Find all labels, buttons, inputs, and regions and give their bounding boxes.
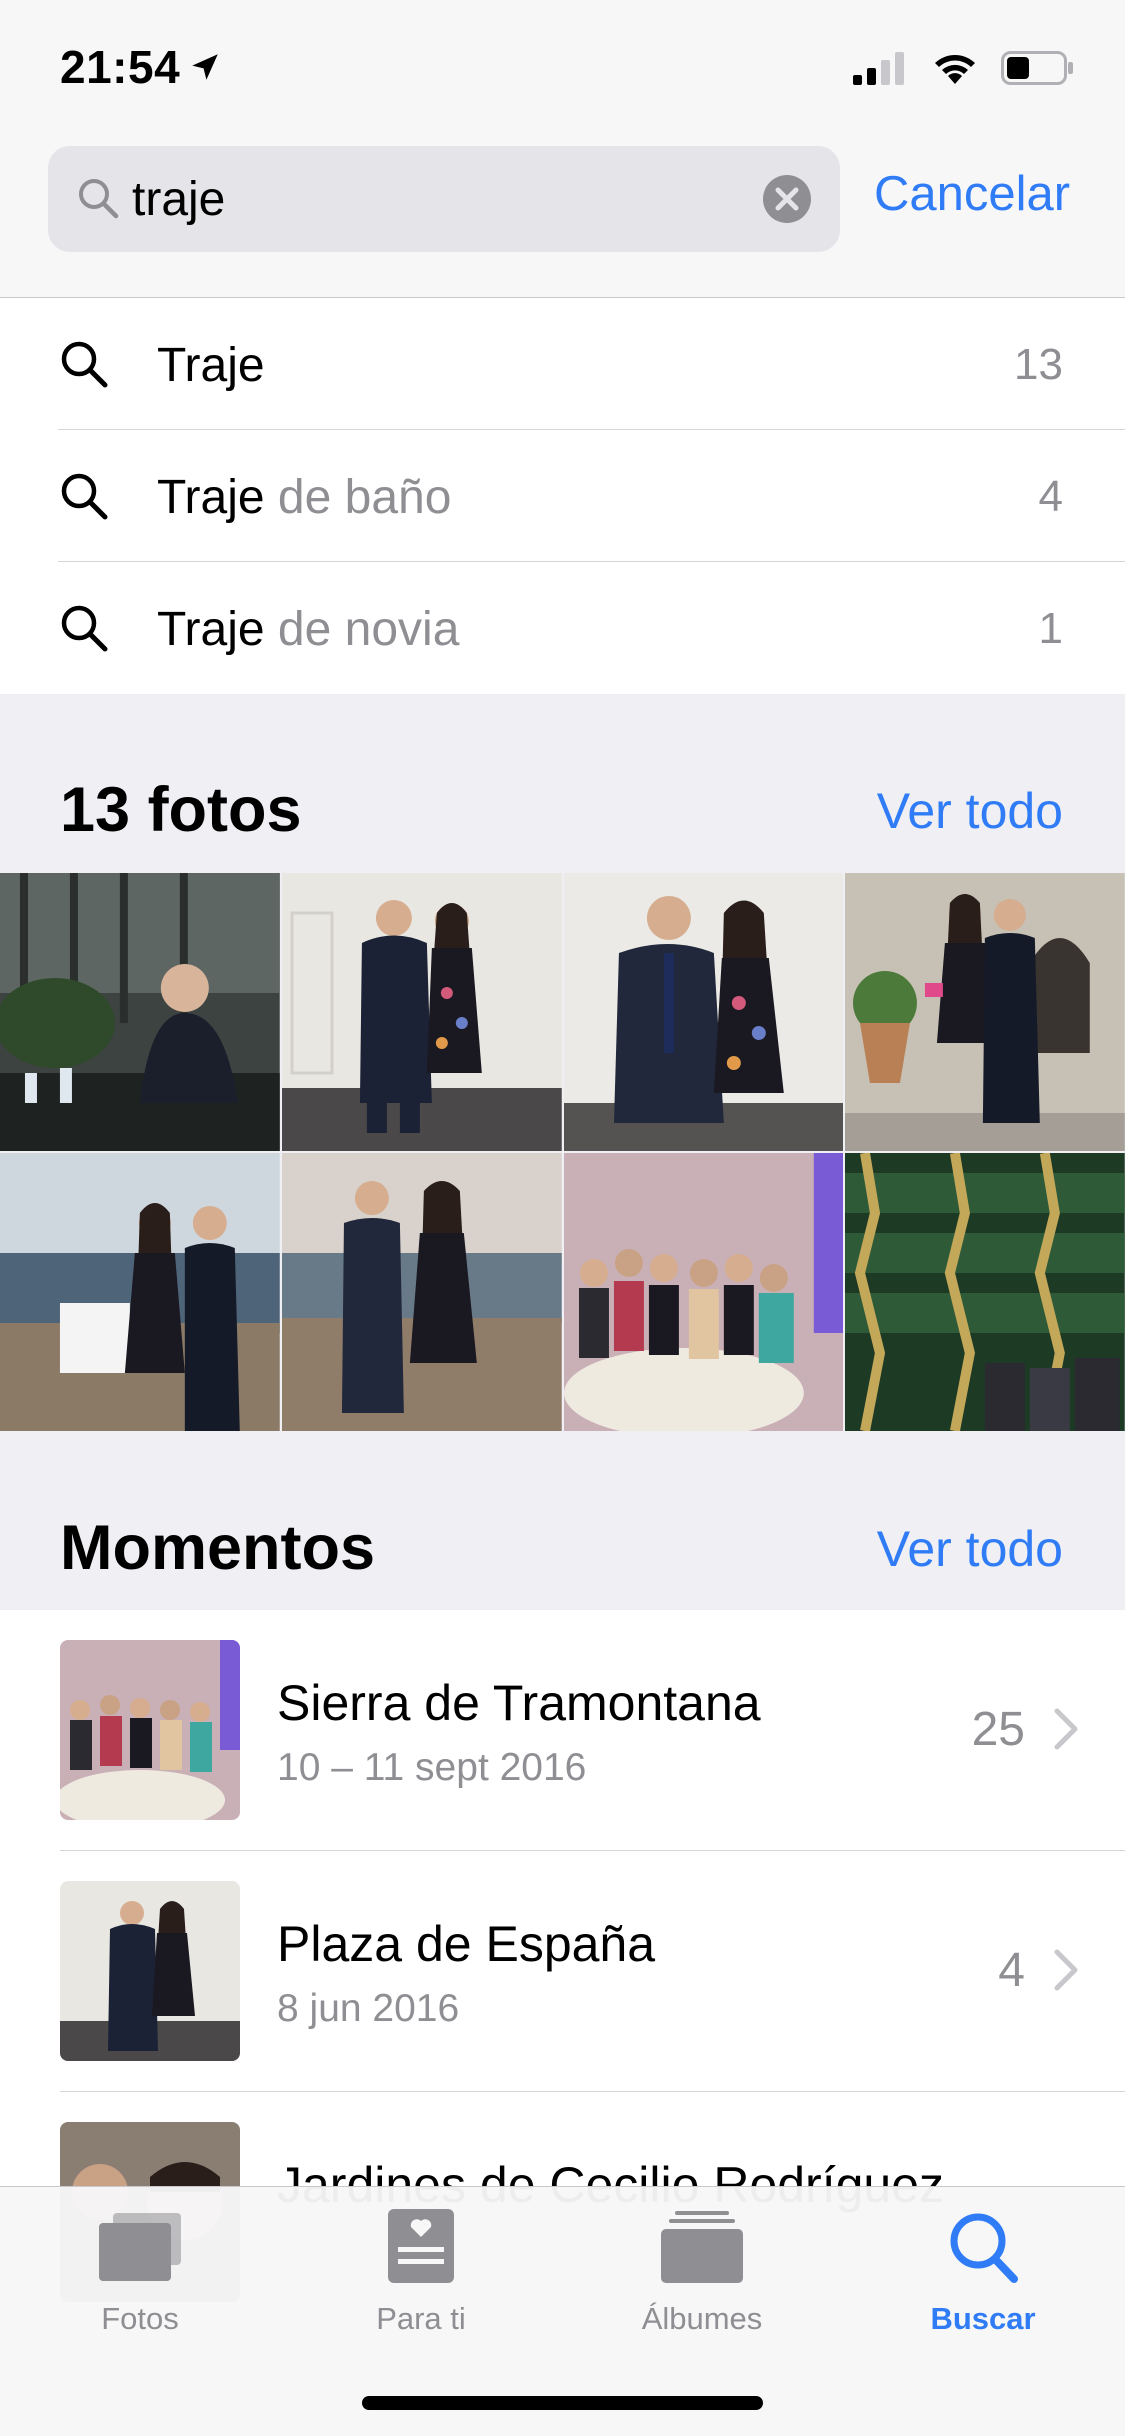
suggestion-count: 13 (1014, 340, 1063, 389)
moment-title: Plaza de España (277, 1916, 656, 1972)
moment-date: 10 – 11 sept 2016 (277, 1746, 587, 1789)
suggestion-row[interactable]: Traje 13 (0, 298, 1125, 430)
cancel-button[interactable]: Cancelar (874, 166, 1070, 222)
search-icon (79, 179, 119, 219)
moments-list: Sierra de Tramontana 10 – 11 sept 2016 2… (0, 1610, 1125, 2302)
moment-thumbnail (60, 1881, 240, 2061)
photo-thumbnail[interactable] (281, 873, 562, 1151)
see-all-photos-button[interactable]: Ver todo (877, 782, 1063, 840)
battery-icon (1001, 51, 1073, 85)
tab-fotos[interactable]: Fotos (40, 2207, 240, 2337)
moment-title: Sierra de Tramontana (277, 1675, 761, 1731)
home-indicator[interactable] (362, 2396, 763, 2410)
see-all-moments-button[interactable]: Ver todo (877, 1520, 1063, 1578)
suggestion-rest: de baño (264, 471, 452, 524)
suggestion-count: 4 (1038, 472, 1063, 521)
suggestion-match: Traje (157, 603, 265, 656)
search-suggestions: Traje 13 Traje de baño 4 Traje de novia … (0, 298, 1125, 694)
moment-count: 4 (998, 1944, 1025, 1997)
search-icon (950, 2213, 1018, 2283)
suggestion-label: Traje de baño (157, 470, 451, 525)
suggestion-label: Traje de novia (157, 602, 459, 657)
photos-stack-icon (99, 2213, 181, 2281)
suggestion-row[interactable]: Traje de baño 4 (0, 430, 1125, 562)
status-icons (853, 50, 1075, 86)
cellular-signal-icon (853, 52, 904, 85)
photo-thumbnail[interactable] (845, 873, 1125, 1151)
moment-row[interactable]: Sierra de Tramontana 10 – 11 sept 2016 2… (0, 1610, 1125, 1850)
section-title: Momentos (60, 1513, 375, 1583)
tab-label: Álbumes (641, 2301, 763, 2336)
tab-buscar[interactable]: Buscar (883, 2207, 1083, 2337)
tab-label: Fotos (101, 2301, 179, 2336)
suggestion-label: Traje (157, 338, 265, 393)
for-you-icon (388, 2209, 454, 2283)
photo-thumbnail[interactable] (563, 1153, 844, 1431)
search-icon (61, 341, 108, 388)
suggestion-rest: de novia (264, 603, 460, 656)
chevron-right-icon (1054, 1949, 1078, 1991)
moment-row[interactable]: Plaza de España 8 jun 2016 4 (0, 1851, 1125, 2091)
photo-thumbnail[interactable] (281, 1153, 562, 1431)
moments-section-header: Momentos Ver todo (0, 1512, 1125, 1608)
status-time: 21:54 (60, 41, 181, 93)
tab-para-ti[interactable]: Para ti (321, 2207, 521, 2337)
moment-thumbnail (60, 1640, 240, 1820)
search-icon (61, 605, 108, 652)
tab-label: Para ti (376, 2301, 466, 2336)
status-bar: 21:54 (0, 0, 1125, 132)
status-time-group: 21:54 (60, 40, 222, 94)
photo-thumbnail[interactable] (563, 873, 844, 1151)
tab-label: Buscar (930, 2301, 1036, 2336)
search-field[interactable] (48, 146, 840, 252)
albums-icon (661, 2211, 743, 2283)
suggestion-match: Traje (157, 339, 265, 392)
photo-thumbnail[interactable] (0, 873, 280, 1151)
moment-count: 25 (971, 1703, 1025, 1756)
clear-search-icon[interactable] (762, 174, 812, 224)
photo-thumbnail[interactable] (845, 1153, 1125, 1431)
photo-grid (0, 873, 1125, 1431)
moment-date: 8 jun 2016 (277, 1987, 460, 2030)
search-input[interactable] (132, 162, 782, 236)
search-header: Cancelar (0, 132, 1125, 298)
photo-thumbnail[interactable] (0, 1153, 280, 1431)
suggestion-count: 1 (1038, 604, 1063, 653)
tab-albumes[interactable]: Álbumes (602, 2207, 802, 2337)
search-icon (61, 473, 108, 520)
wifi-icon (935, 55, 975, 84)
suggestion-match: Traje (157, 471, 265, 524)
chevron-right-icon (1054, 1708, 1078, 1750)
photos-section-header: 13 fotos Ver todo (0, 774, 1125, 870)
section-title: 13 fotos (60, 775, 302, 845)
suggestion-row[interactable]: Traje de novia 1 (0, 562, 1125, 694)
location-arrow-icon (192, 54, 218, 80)
